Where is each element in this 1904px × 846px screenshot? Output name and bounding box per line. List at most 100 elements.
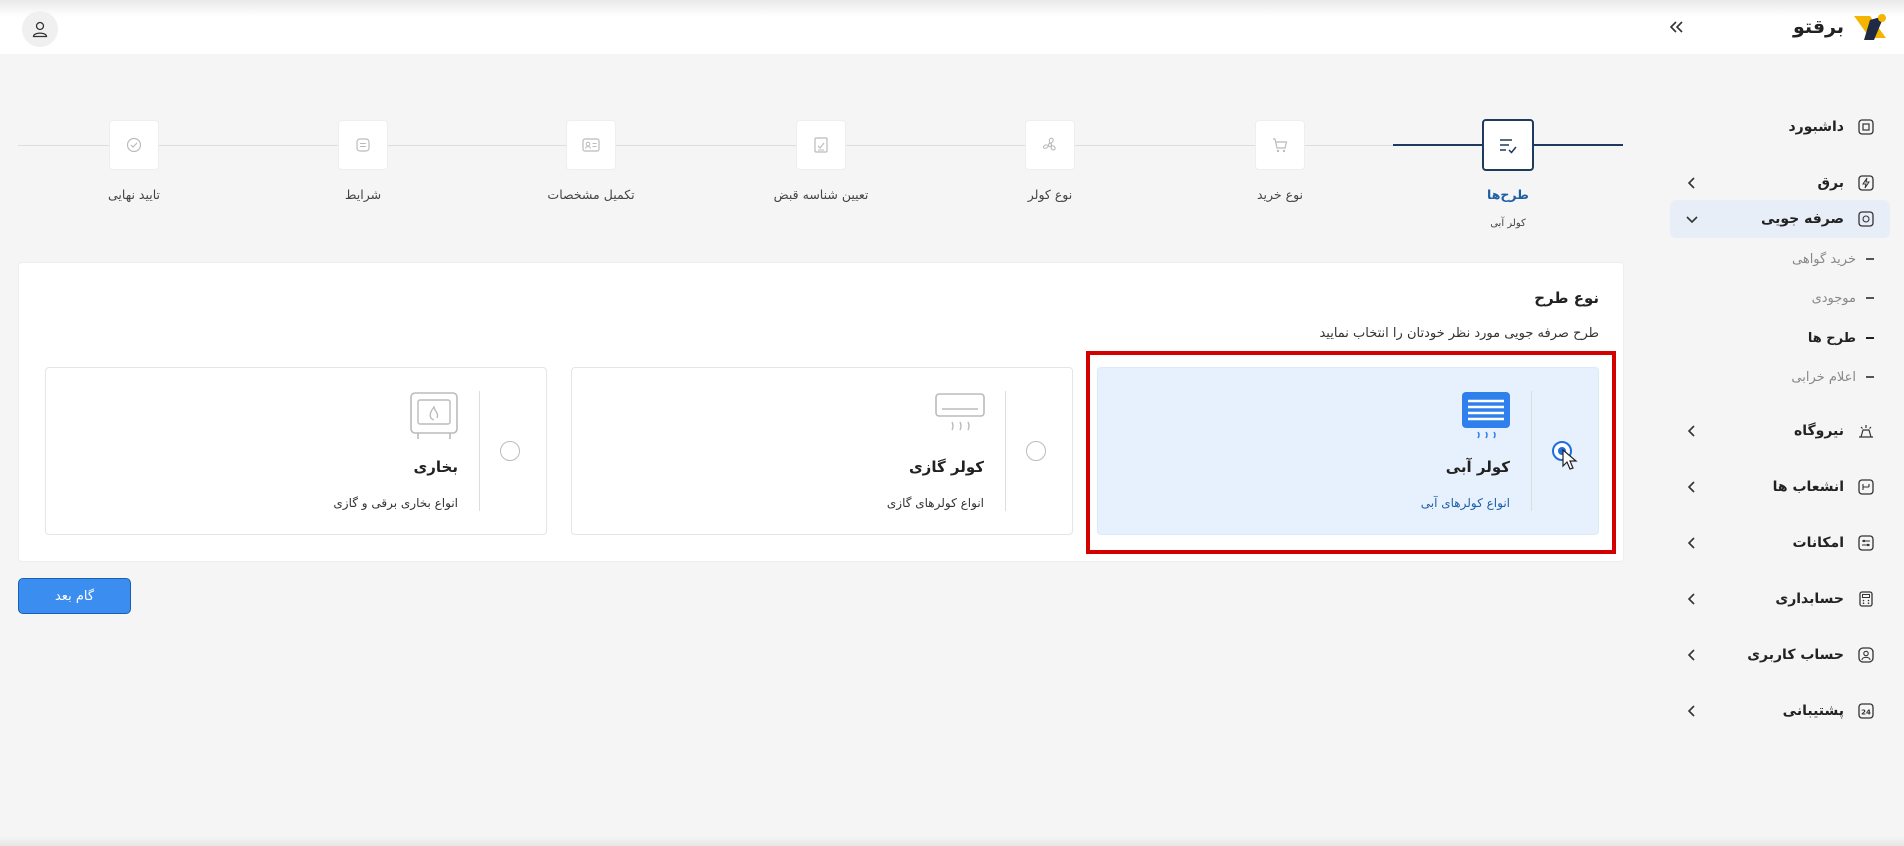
step-track xyxy=(18,145,1395,146)
card-description: طرح صرفه جویی مورد نظر خودتان را انتخاب … xyxy=(1319,326,1599,341)
chevron-down-icon xyxy=(1686,216,1698,224)
logo: برقتو xyxy=(1793,10,1890,44)
water-cooler-icon xyxy=(1462,392,1510,439)
chevron-left-icon xyxy=(1687,593,1695,605)
option-title: کولر گازی xyxy=(908,458,984,476)
step-sublabel: کولر آبی xyxy=(1490,218,1526,229)
sidebar-item-label: برق xyxy=(1817,175,1844,191)
sidebar-item-features[interactable]: امکانات xyxy=(1670,524,1890,562)
step-terms[interactable] xyxy=(338,120,388,170)
sidebar-item-label: انشعاب ها xyxy=(1772,479,1844,495)
dash-icon xyxy=(1866,297,1874,299)
user-icon xyxy=(32,21,48,38)
option-title: بخاری xyxy=(413,458,458,476)
sidebar-subitem-balance[interactable]: موجودی xyxy=(1812,285,1874,311)
heater-icon xyxy=(410,392,458,439)
electricity-icon xyxy=(1856,173,1876,193)
sidebar: داشبورد برق صرفه جویی خرید گواهی موجودی … xyxy=(1664,54,1904,846)
step-complete-details[interactable] xyxy=(566,120,616,170)
dash-icon xyxy=(1866,337,1874,339)
sidebar-item-accounting[interactable]: حسابداری xyxy=(1670,580,1890,618)
chevron-left-icon xyxy=(1687,177,1695,189)
sidebar-subitem-report-failure[interactable]: اعلام خرابی xyxy=(1791,364,1874,390)
features-icon xyxy=(1856,533,1876,553)
sidebar-subitem-label: اعلام خرابی xyxy=(1791,369,1856,385)
saving-icon xyxy=(1856,209,1876,229)
sidebar-item-label: حسابداری xyxy=(1775,591,1844,607)
divider xyxy=(479,391,480,511)
sidebar-item-saving[interactable]: صرفه جویی xyxy=(1670,200,1890,238)
sidebar-item-dashboard[interactable]: داشبورد xyxy=(1670,108,1890,146)
next-step-button[interactable]: گام بعد xyxy=(18,578,131,614)
branch-icon xyxy=(1856,477,1876,497)
user-menu-button[interactable] xyxy=(22,11,58,47)
option-title: کولر آبی xyxy=(1445,458,1510,476)
step-plans[interactable] xyxy=(1482,119,1534,171)
dashboard-icon xyxy=(1856,117,1876,137)
id-card-icon xyxy=(582,138,600,152)
top-bar: برقتو xyxy=(0,0,1904,54)
divider xyxy=(1531,391,1532,511)
radio-button[interactable] xyxy=(500,441,520,461)
chevron-left-icon xyxy=(1687,649,1695,661)
card-title: نوع طرح xyxy=(1534,289,1599,307)
step-label: طرح‌ها xyxy=(1487,187,1529,202)
option-description: انواع بخاری برقی و گازی xyxy=(333,496,458,510)
logo-text: برقتو xyxy=(1792,16,1844,38)
chevron-left-icon xyxy=(1687,425,1695,437)
step-bill-id[interactable] xyxy=(796,120,846,170)
sidebar-subitem-label: طرح ها xyxy=(1807,330,1856,346)
support-24-icon: 24 xyxy=(1856,701,1876,721)
sidebar-item-label: داشبورد xyxy=(1788,119,1845,135)
option-air-conditioner[interactable]: کولر گازی انواع کولرهای گازی xyxy=(571,367,1073,535)
dash-icon xyxy=(1866,376,1874,378)
sidebar-item-power-plant[interactable]: نیروگاه xyxy=(1670,412,1890,450)
chevron-left-icon xyxy=(1687,705,1695,717)
step-label: تایید نهایی xyxy=(107,187,161,202)
terms-icon xyxy=(356,138,370,152)
step-label: نوع کولر xyxy=(1027,187,1073,202)
step-label: تعیین شناسه قبض xyxy=(773,187,869,202)
step-purchase-type[interactable] xyxy=(1255,120,1305,170)
calculator-icon xyxy=(1856,589,1876,609)
chevron-left-icon xyxy=(1687,537,1695,549)
step-final-confirm[interactable] xyxy=(109,120,159,170)
sidebar-item-user-account[interactable]: حساب کاربری xyxy=(1670,636,1890,674)
option-heater[interactable]: بخاری انواع بخاری برقی و گازی xyxy=(45,367,547,535)
sidebar-item-label: نیروگاه xyxy=(1793,423,1844,439)
sidebar-subitem-buy-certificate[interactable]: خرید گواهی xyxy=(1792,246,1874,272)
air-conditioner-icon xyxy=(935,393,985,431)
option-description: انواع کولرهای آبی xyxy=(1420,496,1510,510)
collapse-sidebar-icon[interactable] xyxy=(1670,16,1692,38)
logo-mark-icon xyxy=(1850,10,1890,44)
sidebar-subitem-plans[interactable]: طرح ها xyxy=(1808,325,1874,351)
option-water-cooler[interactable]: کولر آبی انواع کولرهای آبی xyxy=(1097,367,1599,535)
divider xyxy=(1005,391,1006,511)
bill-icon xyxy=(814,137,828,153)
chevron-left-icon xyxy=(1687,481,1695,493)
stepper: طرح‌ها کولر آبی نوع خرید نوع کولر تعیین … xyxy=(18,118,1624,238)
step-cooler-type[interactable] xyxy=(1025,120,1075,170)
sidebar-item-label: صرفه جویی xyxy=(1760,211,1844,227)
dash-icon xyxy=(1866,258,1874,260)
sidebar-subitem-label: موجودی xyxy=(1811,290,1856,306)
radio-button[interactable] xyxy=(1026,441,1046,461)
check-circle-icon xyxy=(126,137,142,153)
sidebar-item-label: حساب کاربری xyxy=(1747,647,1844,663)
user-account-icon xyxy=(1856,645,1876,665)
sidebar-item-electricity[interactable]: برق xyxy=(1670,164,1890,202)
list-check-icon xyxy=(1500,139,1517,154)
step-label: تکمیل مشخصات xyxy=(547,187,635,202)
sidebar-item-support[interactable]: 24 پشتیبانی xyxy=(1670,692,1890,730)
step-label: نوع خرید xyxy=(1256,187,1304,202)
sidebar-subitem-label: خرید گواهی xyxy=(1792,251,1856,267)
fan-icon xyxy=(1042,137,1056,151)
sidebar-item-label: پشتیبانی xyxy=(1782,703,1844,719)
svg-text:24: 24 xyxy=(1861,709,1871,717)
cart-icon xyxy=(1273,138,1288,153)
sidebar-item-label: امکانات xyxy=(1792,535,1844,551)
sidebar-item-branches[interactable]: انشعاب ها xyxy=(1670,468,1890,506)
option-description: انواع کولرهای گازی xyxy=(886,496,984,510)
step-label: شرایط xyxy=(344,187,382,202)
power-plant-icon xyxy=(1856,421,1876,441)
